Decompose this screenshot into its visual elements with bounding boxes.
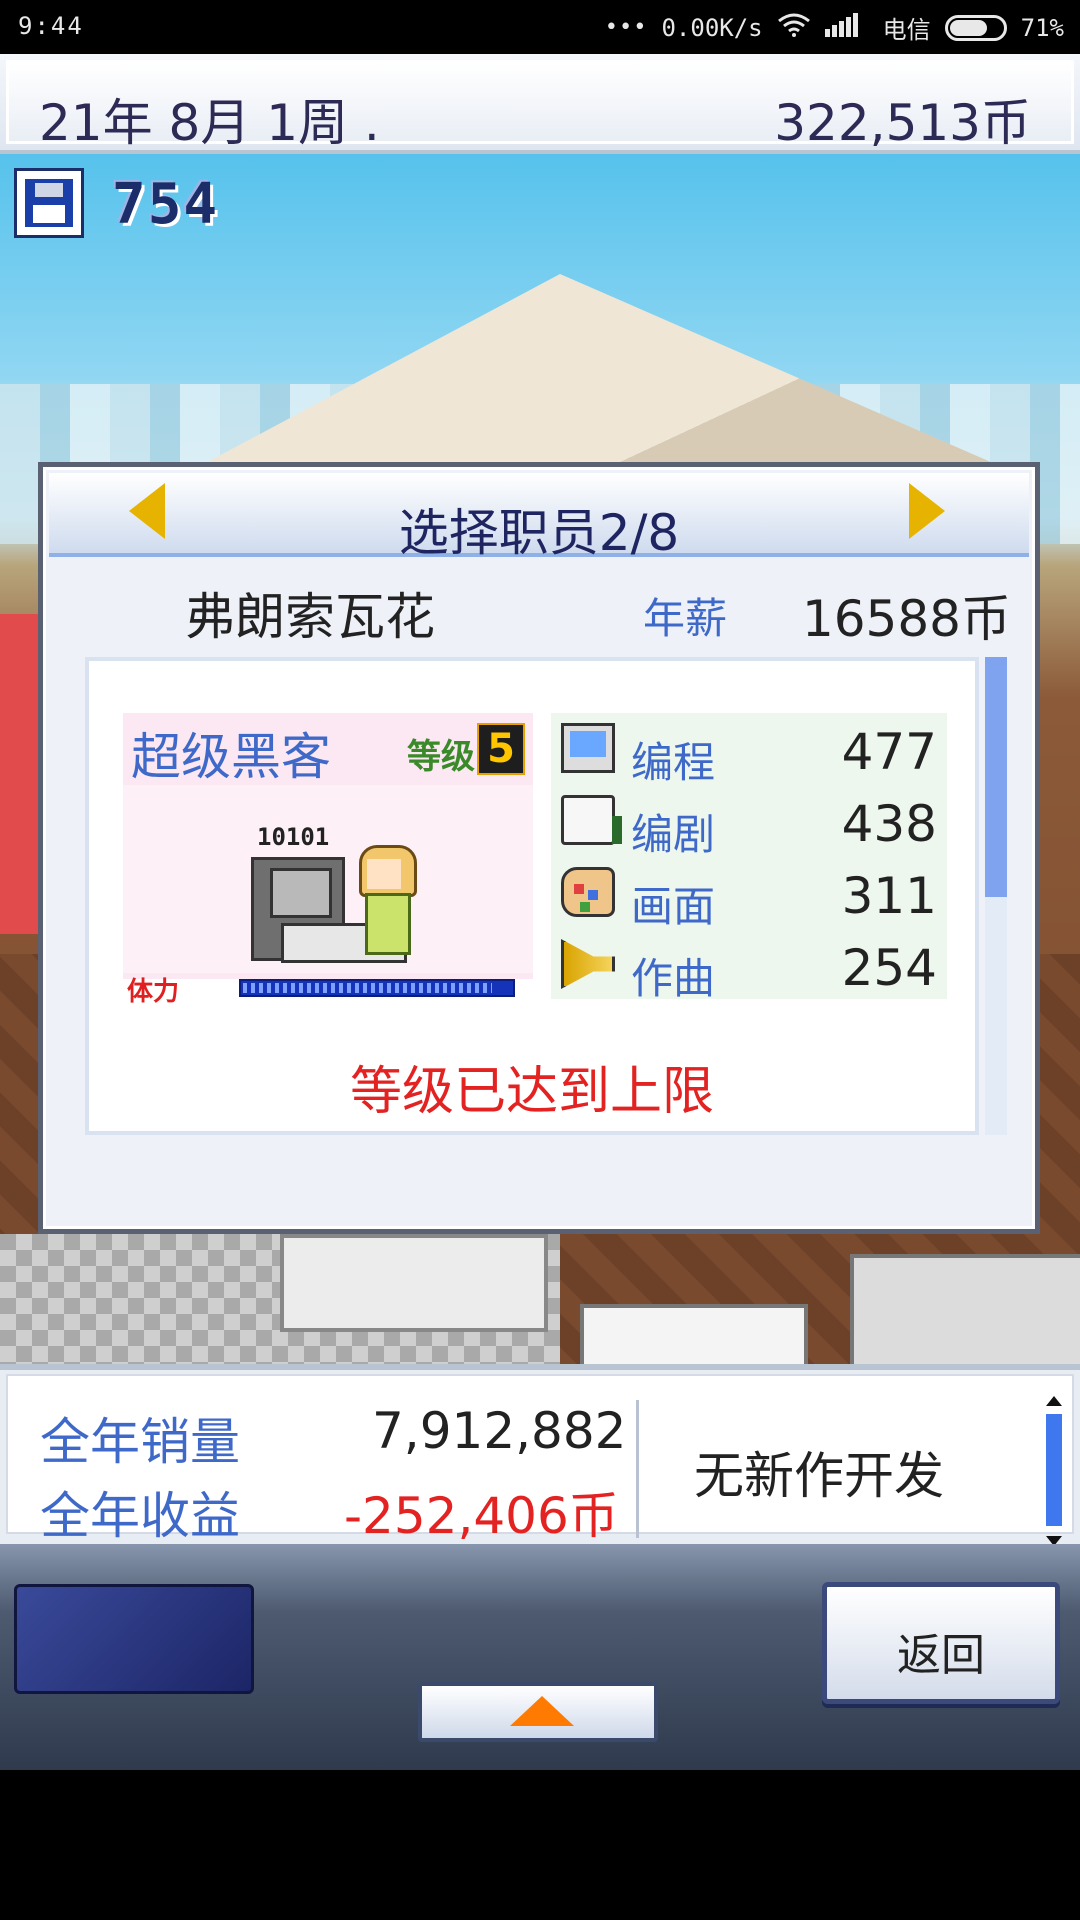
binary-text: 10101 (257, 823, 330, 851)
battery-percent: 71% (1020, 13, 1064, 42)
info-scrollbar[interactable] (1044, 1396, 1064, 1546)
select-staff-dialog: 选择职员2/8 弗朗索瓦花 年薪 16588币 超级黑客 等级 5 10101 … (38, 462, 1040, 1234)
annual-sales-value: 7,912,882 (372, 1402, 627, 1460)
arrow-up-icon (510, 1696, 574, 1726)
status-bar: 9:44 ••• 0.00K/s 电信 71% (0, 0, 1080, 54)
top-info-inner: 21年 8月 1周 . 322,513币 (6, 60, 1074, 152)
status-time: 9:44 (18, 12, 84, 40)
money-display: 322,513币 (774, 94, 1031, 152)
stat-row-programming: 编程 477 (551, 713, 947, 787)
back-button-label: 返回 (897, 1630, 985, 1681)
development-status: 无新作开发 (694, 1447, 944, 1505)
employee-card: 超级黑客 等级 5 10101 体力 编程 477 编剧 438 画面 311 … (85, 657, 979, 1135)
annual-info-bar: 全年销量 7,912,882 全年收益 -252,406币 无新作开发 (0, 1364, 1080, 1546)
top-info-bar: 21年 8月 1周 . 322,513币 (0, 54, 1080, 154)
annual-sales-label: 全年销量 (40, 1413, 240, 1471)
status-right: ••• 0.00K/s 电信 71% (605, 10, 1064, 45)
control-panel: 返回 (0, 1544, 1080, 1770)
arrow-right-icon[interactable] (909, 483, 949, 539)
dialog-title: 选择职员2/8 (398, 504, 680, 562)
floppy-disk-icon[interactable] (14, 168, 84, 238)
network-speed: 0.00K/s (661, 13, 763, 42)
stat-label: 编剧 (631, 810, 716, 859)
battery-icon (944, 14, 1007, 41)
stat-label: 编程 (631, 738, 716, 787)
stat-value: 438 (841, 795, 937, 853)
stat-row-graphics: 画面 311 (551, 857, 947, 931)
dialog-header: 选择职员2/8 (49, 473, 1029, 562)
stat-label: 作曲 (631, 954, 716, 1003)
annual-profit-value: -252,406币 (344, 1487, 619, 1545)
stat-row-scenario: 编剧 438 (551, 785, 947, 859)
signal-icon (824, 12, 869, 43)
stat-value: 254 (841, 939, 937, 997)
salary-value: 16588币 (801, 590, 1011, 648)
expand-up-button[interactable] (418, 1682, 658, 1742)
card-scrollbar[interactable] (985, 657, 1007, 1135)
scrollbar-thumb[interactable] (985, 657, 1007, 897)
skill-stats: 编程 477 编剧 438 画面 311 作曲 254 (551, 713, 947, 1003)
menu-button[interactable] (14, 1584, 254, 1694)
employee-name: 弗朗索瓦花 (185, 588, 435, 646)
notification-dots-icon: ••• (604, 15, 648, 40)
office-desk (580, 1304, 808, 1364)
bookshelf (850, 1254, 1080, 1364)
stat-label: 画面 (631, 882, 716, 931)
employee-avatar (353, 845, 417, 961)
level-limit-message: 等级已达到上限 (349, 1062, 714, 1122)
level-badge: 5 (477, 723, 525, 775)
stamina-row: 体力 (123, 977, 533, 1007)
stamina-label: 体力 (127, 977, 180, 1007)
info-divider (636, 1400, 639, 1538)
office-desk (280, 1234, 548, 1332)
job-illustration: 10101 (123, 785, 533, 973)
back-button[interactable]: 返回 (822, 1582, 1060, 1704)
monitor-icon (561, 723, 615, 773)
carrier-name: 电信 (882, 16, 931, 44)
save-count: 754 (112, 172, 220, 237)
stat-value: 477 (841, 723, 937, 781)
screen-bottom (0, 1770, 1080, 1920)
job-panel: 超级黑客 等级 5 10101 体力 (123, 713, 533, 1007)
scroll-track[interactable] (1046, 1414, 1062, 1526)
stamina-bar (239, 979, 515, 997)
stat-value: 311 (841, 867, 937, 925)
annual-info-inner: 全年销量 7,912,882 全年收益 -252,406币 无新作开发 (6, 1374, 1074, 1546)
scroll-up-icon[interactable] (1046, 1396, 1062, 1406)
level-label: 等级 (407, 737, 475, 777)
stamina-fill (243, 983, 493, 993)
wifi-icon (777, 13, 811, 43)
job-title: 超级黑客 (131, 728, 331, 786)
palette-icon (561, 867, 615, 917)
game-date: 21年 8月 1周 . (39, 94, 380, 152)
annual-profit-label: 全年收益 (40, 1487, 240, 1545)
trumpet-icon (561, 939, 615, 989)
vending-machine (0, 614, 40, 934)
salary-label: 年薪 (643, 594, 728, 643)
stat-row-sound: 作曲 254 (551, 929, 947, 1003)
book-icon (561, 795, 622, 845)
